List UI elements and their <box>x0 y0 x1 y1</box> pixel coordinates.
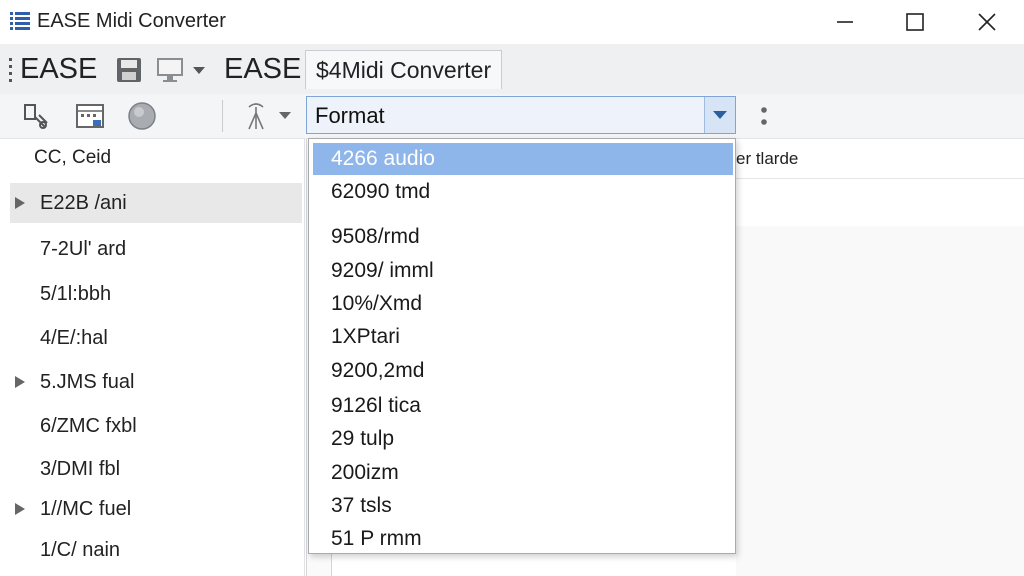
format-option[interactable]: 9508/rmd <box>313 221 733 253</box>
format-option[interactable]: 1XPtari <box>313 321 733 353</box>
format-option[interactable]: 37 tsls <box>313 490 733 522</box>
tree-item[interactable]: 5/1l:bbh <box>10 274 302 314</box>
close-icon <box>978 13 996 31</box>
expand-arrow-icon[interactable] <box>14 502 26 516</box>
tree-item-label: 7-2Ul' ard <box>40 238 127 260</box>
sidebar: CC, Ceid E22B /ani 7-2Ul' ard 5/1l:bbh 4… <box>0 139 305 576</box>
format-option[interactable]: 62090 tmd <box>313 176 733 208</box>
save-icon[interactable] <box>115 56 143 84</box>
window-title: EASE Midi Converter <box>37 10 226 32</box>
column-header: er tlarde <box>736 149 799 168</box>
tree-item-label: 1//MC fuel <box>40 498 132 520</box>
record-button[interactable] <box>126 100 158 132</box>
antenna-icon <box>248 103 264 130</box>
format-option[interactable]: 9209/ imml <box>313 255 733 287</box>
maximize-icon <box>906 13 924 31</box>
tree-item[interactable]: 4/E/:hal <box>10 318 302 358</box>
format-option[interactable]: 29 tulp <box>313 423 733 455</box>
tree-item-label: E22B /ani <box>40 192 127 214</box>
format-option[interactable]: 51 P rmm <box>313 523 733 555</box>
format-select-value: Format <box>315 103 385 128</box>
format-select-toggle[interactable] <box>704 97 735 133</box>
format-select[interactable]: Format <box>306 96 736 134</box>
sidebar-header: CC, Ceid <box>34 147 112 168</box>
minimize-icon <box>837 21 853 23</box>
content-divider <box>736 178 1024 179</box>
minimize-button[interactable] <box>808 0 882 44</box>
tree-item-label: 4/E/:hal <box>40 327 108 349</box>
tools-icon <box>24 104 48 129</box>
tree-item-label: 6/ZMC fxbl <box>40 415 137 437</box>
tree-item[interactable]: E22B /ani <box>10 183 302 223</box>
format-option[interactable]: 200izm <box>313 457 733 489</box>
grid-panel-icon <box>76 104 104 128</box>
tree-item[interactable]: 6/ZMC fxbl <box>10 406 302 446</box>
chevron-down-icon[interactable] <box>278 111 292 121</box>
monitor-icon[interactable] <box>155 56 185 84</box>
tree-item-label: 3/DMI fbl <box>40 458 121 480</box>
expand-arrow-icon[interactable] <box>14 375 26 389</box>
tree-item[interactable]: 1/C/ nain <box>10 530 302 570</box>
format-dropdown-list: 4266 audio 62090 tmd 9508/rmd 9209/ imml… <box>308 138 736 554</box>
grid-panel-button[interactable] <box>74 100 106 132</box>
antenna-button[interactable] <box>240 100 272 132</box>
format-option[interactable]: 9126l tica <box>313 390 733 422</box>
maximize-button[interactable] <box>878 0 952 44</box>
tree-item[interactable]: 5.JMS fual <box>10 362 302 402</box>
format-option[interactable]: 9200,2md <box>313 355 733 387</box>
app-label: EASE <box>20 53 98 85</box>
ribbon: EASE EASE $4Midi Converter <box>0 44 1024 95</box>
tree-item-label: 5.JMS fual <box>40 371 135 393</box>
app-list-icon <box>10 12 30 30</box>
tools-button[interactable] <box>20 100 52 132</box>
content-panel <box>736 226 1024 576</box>
tree-item[interactable]: 7-2Ul' ard <box>10 229 302 269</box>
grip-icon <box>9 58 12 82</box>
app-label-secondary: EASE <box>224 53 302 85</box>
expand-arrow-icon[interactable] <box>14 196 26 210</box>
title-bar: EASE Midi Converter <box>0 0 1024 44</box>
format-option[interactable]: 10%/Xmd <box>313 288 733 320</box>
close-button[interactable] <box>950 0 1024 44</box>
chevron-down-icon <box>713 111 727 119</box>
tree-item[interactable]: 3/DMI fbl <box>10 449 302 489</box>
format-option[interactable]: 4266 audio <box>313 143 733 175</box>
tree-item[interactable]: 1//MC fuel <box>10 489 302 529</box>
more-options-icon[interactable] <box>756 104 772 132</box>
chevron-down-icon[interactable] <box>192 66 206 76</box>
tab-midi-converter[interactable]: $4Midi Converter <box>305 50 503 89</box>
tree-item-label: 5/1l:bbh <box>40 283 112 305</box>
circle-icon <box>128 102 156 130</box>
toolbar-separator <box>222 100 223 132</box>
tree-item-label: 1/C/ nain <box>40 539 121 561</box>
